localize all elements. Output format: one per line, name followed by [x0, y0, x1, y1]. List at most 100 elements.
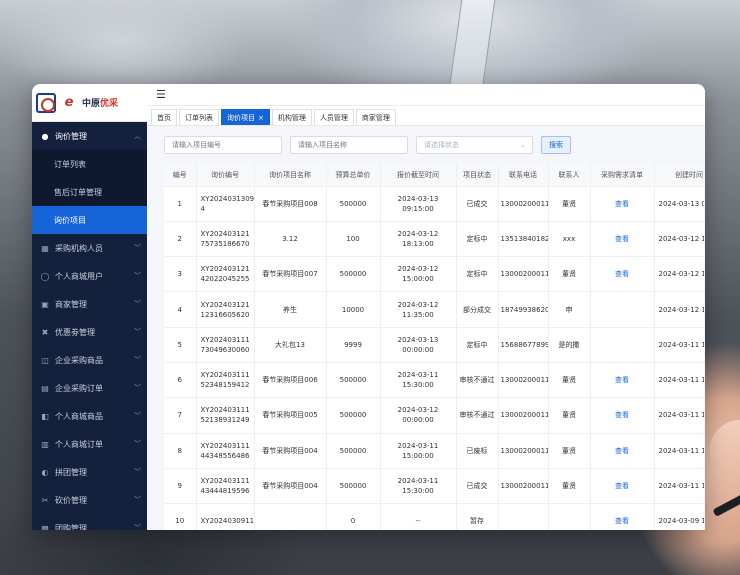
view-list-link[interactable]: 查看 [615, 200, 629, 208]
table-row[interactable]: 2 XY202403121​75735186670 3.12 100 2024-03-1… [164, 221, 704, 258]
cell-created: 2024-03-11 17 [654, 327, 704, 363]
tab-label: 商家管理 [361, 113, 390, 122]
cell-phone: 15688677899 [498, 327, 549, 363]
sidebar-item-1[interactable]: ▦ 采购机构人员 ﹀ [32, 234, 147, 262]
group-icon: ◐ [41, 467, 49, 477]
view-list-link[interactable]: 查看 [615, 270, 629, 278]
view-list-link[interactable]: 查看 [615, 411, 629, 419]
column-header: 询价编号 [196, 164, 255, 187]
sidebar-item-label: 团购管理 [55, 523, 87, 531]
cell-status: 定标中 [456, 221, 499, 258]
close-icon[interactable]: × [258, 114, 264, 122]
cell-created: 2024-03-11 14 [654, 433, 704, 469]
cell-phone: 18749938620 [498, 291, 549, 328]
eco-logo-icon: e [64, 95, 74, 110]
tab-0[interactable]: 首页 [151, 109, 177, 125]
cell-budget: 500000 [326, 397, 381, 434]
view-list-link[interactable]: 查看 [615, 517, 629, 525]
cell-budget: 500000 [326, 362, 381, 399]
view-list-link[interactable]: 查看 [615, 447, 629, 455]
submenu-item-2[interactable]: 询价项目 [32, 206, 147, 234]
sidebar-item-label: 企业采购订单 [55, 383, 103, 393]
chevron-down-icon: ⌄ [520, 141, 526, 149]
inquiry-table: 编号 询价编号 询价项目名称 预算总单价 报价截至时间 项目状态 联系电话 联系人 采购需求清单… [164, 164, 704, 530]
sidebar-item-11[interactable]: ▩ 团购管理 ﹀ [32, 514, 147, 531]
cell-status: 已成交 [456, 186, 499, 222]
table-row[interactable]: 6 XY202403111​52348159412 春节采购项目006 500000 2… [164, 362, 704, 399]
cell-created: 2024-03-13 09 [654, 186, 704, 222]
cell-list: 查看 [590, 503, 655, 530]
cell-created: 2024-03-12 17 [654, 221, 704, 258]
table-row[interactable]: 4 XY202403121​12316605620 养生 10000 2024-03-1… [164, 291, 704, 328]
sidebar-item-2[interactable]: ◯ 个人商城用户 ﹀ [32, 262, 147, 290]
inquiry-table-wrap: 编号 询价编号 询价项目名称 预算总单价 报价截至时间 项目状态 联系电话 联系人 采购需求清单… [164, 164, 704, 530]
table-row[interactable]: 5 XY202403111​73049630060 大礼包13 9999 2024-03… [164, 327, 704, 363]
chevron-down-icon: ﹀ [134, 496, 141, 504]
table-row[interactable]: 1XY2024031309013149523​4春节采购项目0085000002… [164, 186, 704, 222]
cart-icon: ◧ [41, 411, 49, 421]
cell-phone [498, 503, 549, 530]
sidebar-item-0[interactable]: ● 询价管理 ︿ [32, 122, 147, 150]
filter-bar: 请选择状态 ⌄ 搜索 [164, 136, 705, 154]
table-row[interactable]: 9 XY202403111​43444819596 春节采购项目004 500000 2… [164, 468, 704, 505]
cell-list: 查看 [590, 186, 655, 222]
cell-no: 7 [164, 397, 197, 434]
cell-status: 已废标 [456, 433, 499, 469]
cell-status: 审核不通过 [456, 362, 499, 399]
cell-budget: 100 [326, 221, 381, 258]
sidebar-item-label: 询价管理 [55, 131, 87, 141]
cell-deadline: 2024-03-12 00:00:00 [380, 397, 457, 434]
sidebar-item-7[interactable]: ◧ 个人商城商品 ﹀ [32, 402, 147, 430]
submenu-item-1[interactable]: 售后订单管理 [32, 178, 147, 206]
cell-no: 3 [164, 256, 197, 293]
table-body: 1XY2024031309013149523​4春节采购项目0085000002… [164, 186, 704, 530]
cell-deadline: 2024-03-11 15:30:00 [380, 468, 457, 505]
cell-name: 养生 [254, 291, 327, 328]
column-header: 询价项目名称 [254, 164, 327, 187]
scissors-icon: ✂ [41, 495, 49, 505]
sidebar-item-4[interactable]: ✖ 优惠劵管理 ﹀ [32, 318, 147, 346]
cell-contact: 董贤 [548, 397, 591, 434]
hamburger-menu-icon[interactable]: ☰ [156, 88, 166, 101]
sidebar-item-label: 拼团管理 [55, 467, 87, 477]
project-name-input[interactable] [290, 136, 408, 154]
building-icon: ▦ [41, 243, 49, 253]
search-button[interactable]: 搜索 [541, 136, 571, 154]
tab-4[interactable]: 人员管理 [313, 109, 354, 125]
cell-status: 定标中 [456, 327, 499, 363]
app-window: e 中原优采 ● 询价管理 ︿ 订单列表 售后订单管理 询价项目 ▦ 采购机构人员 ﹀ ◯ 个人商城… [32, 84, 705, 530]
cell-status: 暂存 [456, 503, 499, 530]
cell-budget: 10000 [326, 291, 381, 328]
sidebar-item-9[interactable]: ◐ 拼团管理 ﹀ [32, 458, 147, 486]
table-header-row: 编号 询价编号 询价项目名称 预算总单价 报价截至时间 项目状态 联系电话 联系人 采购需求清单… [164, 164, 704, 187]
project-code-input[interactable] [164, 136, 282, 154]
ticket-icon: ✖ [41, 327, 49, 337]
table-row[interactable]: 3 XY202403121​42022045255 春节采购项目007 500000 2… [164, 256, 704, 293]
sidebar-item-3[interactable]: ▣ 商家管理 ﹀ [32, 290, 147, 318]
group-logo-icon [36, 92, 56, 113]
tab-label: 询价项目 [227, 113, 255, 122]
view-list-link[interactable]: 查看 [615, 376, 629, 384]
sidebar-item-5[interactable]: ◫ 企业采购商品 ﹀ [32, 346, 147, 374]
column-header: 项目状态 [456, 164, 499, 187]
cell-status: 定标中 [456, 256, 499, 293]
column-header: 预算总单价 [326, 164, 381, 187]
sidebar-item-8[interactable]: ▥ 个人商城订单 ﹀ [32, 430, 147, 458]
tab-2[interactable]: 询价项目 × [221, 109, 270, 125]
cell-name: 春节采购项目007 [254, 256, 327, 293]
table-row[interactable]: 7 XY202403111​52138931249 春节采购项目005 500000 2… [164, 397, 704, 434]
status-select[interactable]: 请选择状态 ⌄ [416, 136, 533, 154]
view-list-link[interactable]: 查看 [615, 235, 629, 243]
table-row[interactable]: 8 XY202403111​44348556486 春节采购项目004 500000 2… [164, 433, 704, 469]
sidebar-item-6[interactable]: ▤ 企业采购订单 ﹀ [32, 374, 147, 402]
tab-5[interactable]: 商家管理 [355, 109, 396, 125]
cell-status: 审核不通过 [456, 397, 499, 434]
tab-3[interactable]: 机构管理 [271, 109, 312, 125]
view-list-link[interactable]: 查看 [615, 482, 629, 490]
submenu-item-0[interactable]: 订单列表 [32, 150, 147, 178]
column-header: 采购需求清单 [590, 164, 655, 187]
tab-1[interactable]: 订单列表 [179, 109, 219, 125]
sidebar-item-10[interactable]: ✂ 砍价管理 ﹀ [32, 486, 147, 514]
table-row[interactable]: 10XY2024030911 0--暂存查看 2024-03-09 11 [164, 503, 704, 530]
user-icon: ◯ [40, 271, 50, 281]
